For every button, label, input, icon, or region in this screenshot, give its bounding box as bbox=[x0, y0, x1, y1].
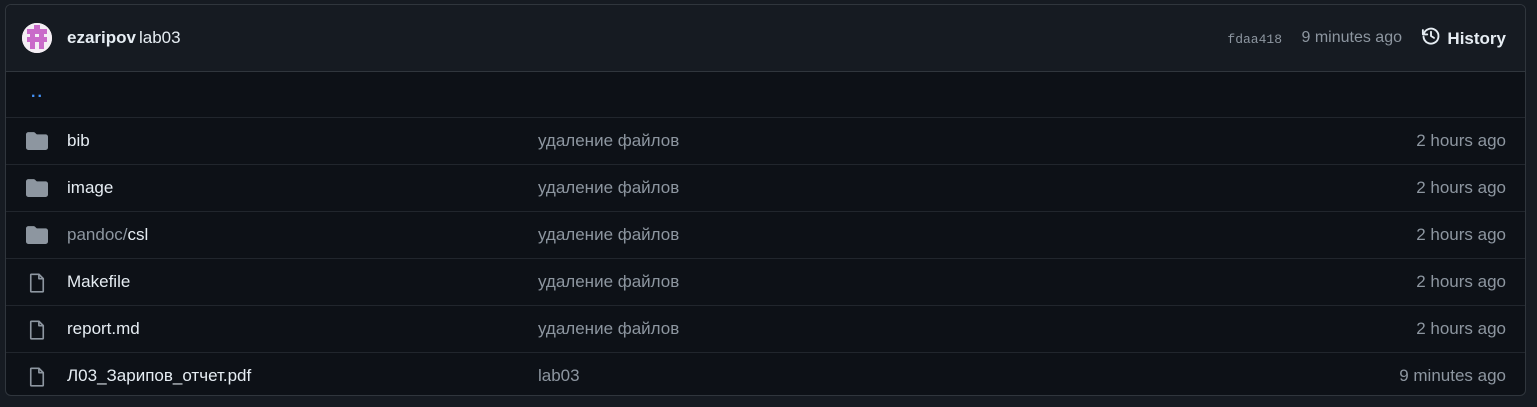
file-icon bbox=[26, 273, 48, 298]
file-commit-age: 2 hours ago bbox=[1416, 319, 1506, 338]
file-row[interactable]: report.md удаление файлов 2 hours ago bbox=[6, 305, 1525, 352]
file-row[interactable]: pandoc/csl удаление файлов 2 hours ago bbox=[6, 211, 1525, 258]
file-commit-age: 9 minutes ago bbox=[1399, 366, 1506, 385]
file-name-link[interactable]: image bbox=[67, 178, 113, 198]
folder-icon bbox=[26, 132, 48, 155]
file-name-link[interactable]: bib bbox=[67, 131, 90, 151]
history-button[interactable]: History bbox=[1421, 26, 1506, 51]
commit-message[interactable]: lab03 bbox=[139, 28, 181, 48]
folder-icon bbox=[26, 179, 48, 202]
file-commit-message[interactable]: удаление файлов bbox=[538, 178, 679, 198]
file-name-text: Л03_Зарипов_отчет.pdf bbox=[67, 366, 252, 385]
file-name-link[interactable]: report.md bbox=[67, 319, 140, 339]
file-commit-message[interactable]: lab03 bbox=[538, 366, 580, 386]
parent-directory-row[interactable]: .. bbox=[6, 72, 1525, 117]
file-row[interactable]: Makefile удаление файлов 2 hours ago bbox=[6, 258, 1525, 305]
file-browser: ezaripov lab03 fdaa418 9 minutes ago His… bbox=[5, 4, 1526, 396]
history-icon bbox=[1421, 26, 1441, 51]
file-commit-message[interactable]: удаление файлов bbox=[538, 319, 679, 339]
folder-icon bbox=[26, 226, 48, 249]
file-name-link[interactable]: Л03_Зарипов_отчет.pdf bbox=[67, 366, 251, 386]
file-icon bbox=[26, 320, 48, 345]
file-commit-message[interactable]: удаление файлов bbox=[538, 272, 679, 292]
file-commit-message[interactable]: удаление файлов bbox=[538, 225, 679, 245]
file-name-text: csl bbox=[127, 225, 149, 244]
file-row[interactable]: Л03_Зарипов_отчет.pdf lab03 9 minutes ago bbox=[6, 352, 1525, 395]
file-commit-age: 2 hours ago bbox=[1416, 225, 1506, 244]
file-name-prefix: pandoc/ bbox=[67, 225, 128, 244]
file-name-text: image bbox=[67, 178, 114, 197]
commit-author[interactable]: ezaripov bbox=[67, 28, 136, 48]
avatar[interactable] bbox=[22, 23, 52, 53]
file-icon bbox=[26, 367, 48, 392]
commit-sha[interactable]: fdaa418 bbox=[1227, 32, 1282, 47]
file-commit-message[interactable]: удаление файлов bbox=[538, 131, 679, 151]
history-label: History bbox=[1447, 28, 1506, 48]
file-commit-age: 2 hours ago bbox=[1416, 272, 1506, 291]
file-commit-age: 2 hours ago bbox=[1416, 131, 1506, 150]
commit-time: 9 minutes ago bbox=[1301, 29, 1402, 46]
file-name-link[interactable]: pandoc/csl bbox=[67, 225, 148, 245]
parent-directory-link[interactable]: .. bbox=[31, 84, 44, 102]
file-name-text: bib bbox=[67, 131, 90, 150]
file-name-text: report.md bbox=[67, 319, 140, 338]
latest-commit-header: ezaripov lab03 fdaa418 9 minutes ago His… bbox=[6, 5, 1525, 72]
file-name-link[interactable]: Makefile bbox=[67, 272, 130, 292]
file-commit-age: 2 hours ago bbox=[1416, 178, 1506, 197]
file-row[interactable]: bib удаление файлов 2 hours ago bbox=[6, 117, 1525, 164]
file-name-text: Makefile bbox=[67, 272, 131, 291]
file-row[interactable]: image удаление файлов 2 hours ago bbox=[6, 164, 1525, 211]
